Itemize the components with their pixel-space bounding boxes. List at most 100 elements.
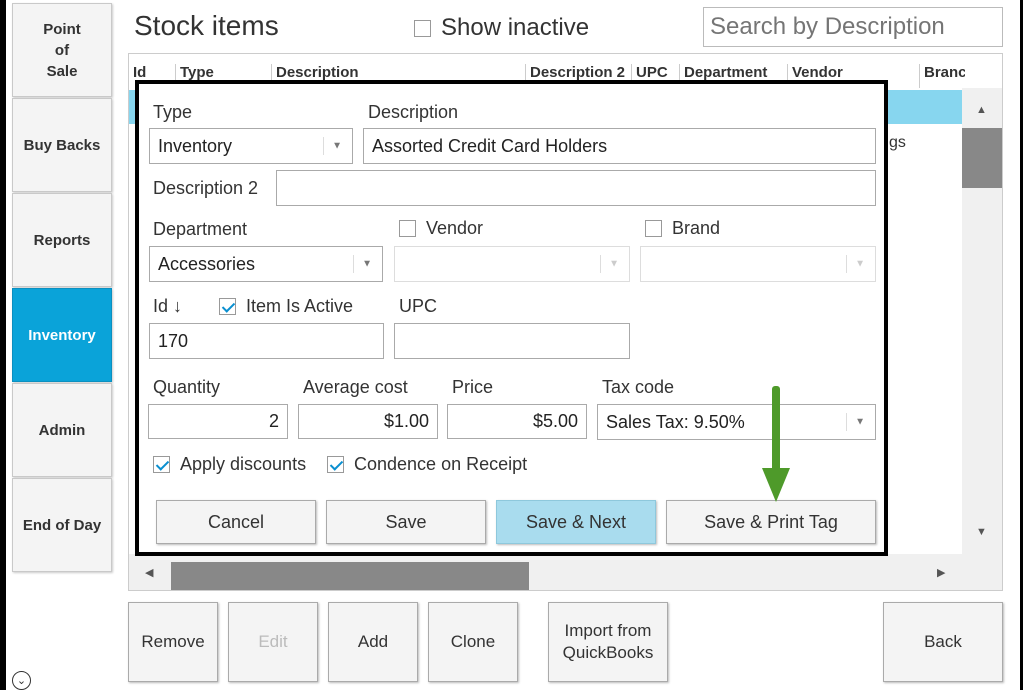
condence-toggle[interactable]: Condence on Receipt: [327, 454, 527, 475]
type-label: Type: [153, 102, 193, 122]
price-field[interactable]: $5.00: [447, 404, 587, 439]
id-value: 170: [158, 330, 189, 351]
upc-label: UPC: [399, 296, 438, 316]
chevron-down-icon: ▼: [855, 416, 865, 428]
cancel-button[interactable]: Cancel: [156, 500, 316, 544]
sidebar-item-label: Sale: [46, 62, 78, 80]
type-select[interactable]: Inventory ▼: [149, 128, 353, 164]
dropdown-separator: [600, 255, 601, 273]
department-label: Department: [153, 219, 248, 239]
quantity-value: 2: [268, 411, 279, 431]
id-label: Id ↓: [153, 296, 183, 316]
dropdown-separator: [353, 255, 354, 273]
description-field[interactable]: Assorted Credit Card Holders: [363, 128, 876, 164]
app-window: Point of Sale Buy Backs Reports Inventor…: [0, 0, 1023, 690]
add-button[interactable]: Add: [328, 602, 418, 682]
remove-button[interactable]: Remove: [128, 602, 218, 682]
collapse-chevron-icon[interactable]: ⌄: [12, 671, 31, 690]
vendor-toggle[interactable]: Vendor: [399, 218, 483, 239]
import-label-line1: Import from: [564, 621, 652, 640]
dropdown-separator: [323, 137, 324, 155]
sidebar-item-label: Reports: [33, 231, 91, 249]
horizontal-scrollbar[interactable]: ◀ ▶: [129, 554, 1002, 590]
avg-cost-label: Average cost: [303, 377, 408, 397]
avg-cost-value: $1.00: [383, 411, 429, 431]
sidebar-item-label: Inventory: [28, 326, 96, 344]
dropdown-separator: [846, 255, 847, 273]
vendor-select[interactable]: ▼: [394, 246, 630, 282]
vendor-checkbox[interactable]: [399, 220, 416, 237]
vertical-scrollbar[interactable]: ▲ ▼: [962, 88, 1002, 588]
condence-checkbox[interactable]: [327, 456, 344, 473]
save-print-tag-button[interactable]: Save & Print Tag: [666, 500, 876, 544]
department-select[interactable]: Accessories ▼: [149, 246, 383, 282]
description2-label: Description 2: [153, 178, 259, 198]
edit-button[interactable]: Edit: [228, 602, 318, 682]
chevron-down-icon: ▼: [855, 258, 865, 270]
save-next-button[interactable]: Save & Next: [496, 500, 656, 544]
triangle-down-icon[interactable]: ▼: [976, 526, 987, 538]
sidebar-item-reports[interactable]: Reports: [12, 193, 112, 287]
avg-cost-field[interactable]: $1.00: [298, 404, 438, 439]
apply-discounts-toggle[interactable]: Apply discounts: [153, 454, 306, 475]
sidebar-item-label: of: [54, 41, 70, 59]
sidebar-item-point-of-sale[interactable]: Point of Sale: [12, 3, 112, 97]
save-button[interactable]: Save: [326, 500, 486, 544]
quantity-label: Quantity: [153, 377, 221, 397]
show-inactive-label: Show inactive: [441, 14, 590, 41]
sidebar-item-admin[interactable]: Admin: [12, 383, 112, 477]
upc-field[interactable]: [394, 323, 630, 359]
brand-select[interactable]: ▼: [640, 246, 876, 282]
sidebar-item-inventory[interactable]: Inventory: [12, 288, 112, 382]
item-active-label: Item Is Active: [246, 296, 354, 316]
item-active-toggle[interactable]: Item Is Active: [219, 296, 353, 317]
brand-checkbox[interactable]: [645, 220, 662, 237]
triangle-right-icon[interactable]: ▶: [937, 566, 945, 579]
chevron-down-icon: ▼: [362, 258, 372, 270]
page-title: Stock items: [134, 10, 279, 41]
chevron-down-icon: ▼: [609, 258, 619, 270]
apply-discounts-checkbox[interactable]: [153, 456, 170, 473]
sidebar-item-end-of-day[interactable]: End of Day: [12, 478, 112, 572]
tax-code-select[interactable]: Sales Tax: 9.50% ▼: [597, 404, 876, 440]
tax-code-value: Sales Tax: 9.50%: [606, 411, 745, 432]
show-inactive-checkbox[interactable]: [414, 19, 431, 37]
type-value: Inventory: [158, 135, 233, 156]
triangle-left-icon[interactable]: ◀: [145, 566, 153, 579]
import-label-line2: QuickBooks: [562, 643, 654, 662]
chevron-down-icon: ▼: [332, 140, 342, 152]
description-label: Description: [368, 102, 459, 122]
condence-label: Condence on Receipt: [354, 454, 528, 474]
sidebar-item-label: Admin: [38, 421, 86, 439]
price-label: Price: [452, 377, 494, 397]
apply-discounts-label: Apply discounts: [180, 454, 307, 474]
vendor-label: Vendor: [426, 218, 484, 238]
brand-label: Brand: [672, 218, 721, 238]
item-active-checkbox[interactable]: [219, 298, 236, 315]
clone-button[interactable]: Clone: [428, 602, 518, 682]
back-button[interactable]: Back: [883, 602, 1003, 682]
sidebar-item-label: End of Day: [22, 516, 102, 534]
quantity-field[interactable]: 2: [148, 404, 288, 439]
show-inactive-toggle[interactable]: Show inactive: [414, 14, 589, 42]
window-border-left: [0, 0, 6, 690]
department-value: Accessories: [158, 253, 256, 274]
import-quickbooks-button[interactable]: Import from QuickBooks: [548, 602, 668, 682]
description2-field[interactable]: [276, 170, 876, 206]
annotation-arrow-icon: [762, 386, 790, 502]
sidebar-item-buy-backs[interactable]: Buy Backs: [12, 98, 112, 192]
horizontal-scroll-thumb[interactable]: [171, 562, 529, 590]
column-header-brand[interactable]: Branc: [919, 64, 965, 88]
vertical-scroll-thumb[interactable]: [962, 128, 1002, 188]
id-field[interactable]: 170: [149, 323, 384, 359]
brand-toggle[interactable]: Brand: [645, 218, 720, 239]
price-value: $5.00: [532, 411, 578, 431]
sidebar-item-label: Point: [43, 20, 81, 38]
dropdown-separator: [846, 413, 847, 431]
triangle-up-icon[interactable]: ▲: [976, 104, 987, 116]
table-cell-fragment: gs: [889, 134, 906, 151]
description-value: Assorted Credit Card Holders: [372, 135, 608, 156]
tax-code-label: Tax code: [602, 377, 675, 397]
sidebar-item-label: Buy Backs: [23, 136, 101, 154]
search-input[interactable]: [703, 7, 1003, 47]
